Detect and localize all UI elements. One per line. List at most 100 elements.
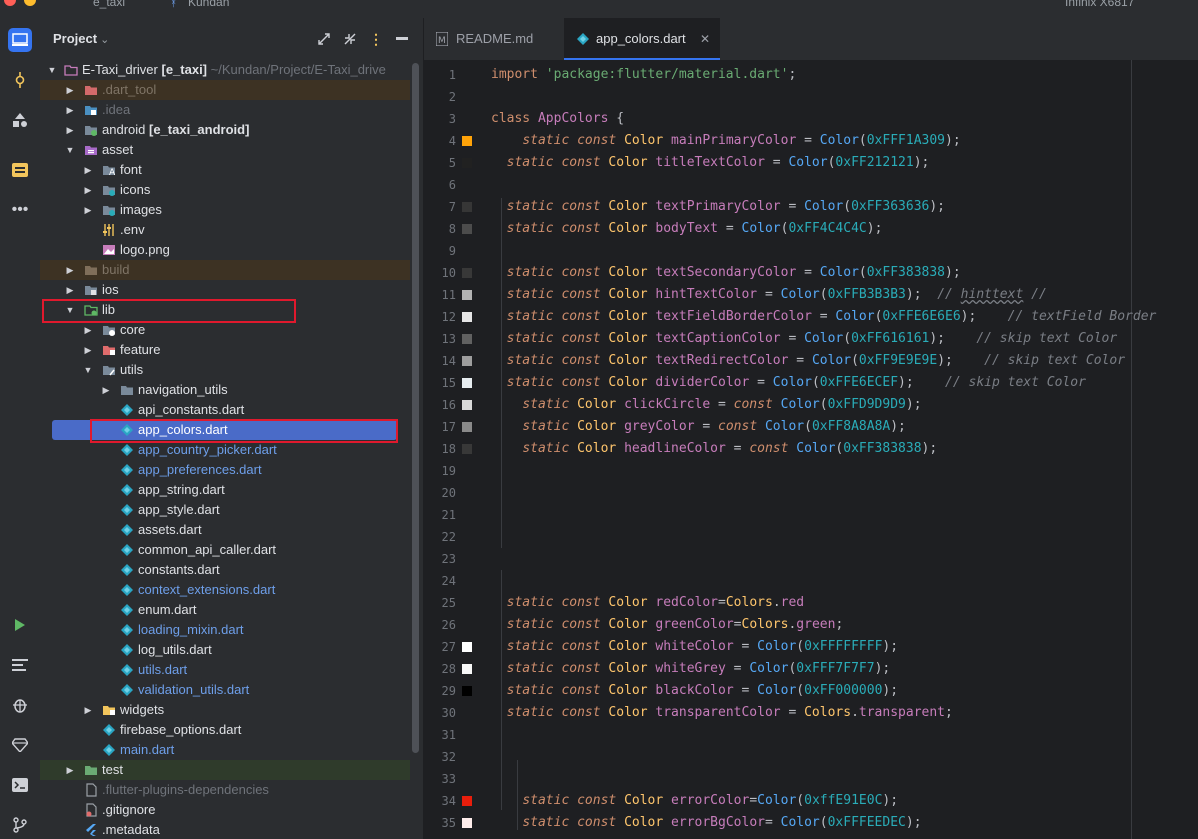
code-line[interactable]: static Color headlineColor = const Color… (491, 438, 937, 460)
tree-item-validation-utils[interactable]: validation_utils.dart (40, 680, 410, 700)
code-line[interactable]: static const Color blackColor = Color(0x… (491, 680, 898, 702)
expand-all-icon[interactable] (314, 29, 334, 49)
minimize-window-icon[interactable] (24, 0, 36, 6)
color-swatch-icon[interactable] (462, 400, 472, 410)
color-swatch-icon[interactable] (462, 136, 472, 146)
code-line[interactable]: static const Color textFieldBorderColor … (491, 306, 1157, 328)
color-swatch-icon[interactable] (462, 818, 472, 828)
options-menu-icon[interactable]: ⋮ (366, 29, 386, 49)
tree-item-build[interactable]: ▶ build (40, 260, 410, 280)
color-swatch-icon[interactable] (462, 334, 472, 344)
code-line[interactable]: static const Color transparentColor = Co… (491, 702, 953, 724)
version-control-icon[interactable] (8, 813, 32, 837)
chevron-right-icon[interactable]: ▶ (64, 760, 76, 780)
problems-tool-icon[interactable] (8, 693, 32, 717)
tree-item-images[interactable]: ▶ images (40, 200, 410, 220)
color-swatch-icon[interactable] (462, 356, 472, 366)
tree-item-feature[interactable]: ▶ feature (40, 340, 410, 360)
tree-item-android[interactable]: ▶ android [e_taxi_android] (40, 120, 410, 140)
tree-item-common-api-caller[interactable]: common_api_caller.dart (40, 540, 410, 560)
color-swatch-icon[interactable] (462, 378, 472, 388)
more-tools-icon[interactable]: ••• (8, 198, 32, 222)
tree-item-test[interactable]: ▶ test (40, 760, 410, 780)
code-line[interactable]: static const Color titleTextColor = Colo… (491, 152, 930, 174)
color-swatch-icon[interactable] (462, 444, 472, 454)
tree-item-navigation-utils[interactable]: ▶ navigation_utils (40, 380, 410, 400)
code-line[interactable]: static const Color dividerColor = Color(… (491, 372, 1086, 394)
tree-item-app-preferences[interactable]: app_preferences.dart (40, 460, 410, 480)
close-window-icon[interactable] (4, 0, 16, 6)
code-line[interactable]: static const Color redColor=Colors.red (491, 592, 804, 614)
tree-item-metadata[interactable]: .metadata (40, 820, 410, 839)
code-line[interactable]: static const Color bodyText = Color(0xFF… (491, 218, 883, 240)
tree-item-env[interactable]: .env (40, 220, 410, 240)
tree-item-widgets[interactable]: ▶ widgets (40, 700, 410, 720)
chevron-right-icon[interactable]: ▶ (64, 80, 76, 100)
tree-item-icons[interactable]: ▶ icons (40, 180, 410, 200)
code-area[interactable]: import 'package:flutter/material.dart'; c… (484, 60, 1198, 839)
hide-panel-icon[interactable] (392, 29, 412, 49)
color-swatch-icon[interactable] (462, 312, 472, 322)
branch-menu[interactable]: Kundan (188, 0, 229, 9)
color-swatch-icon[interactable] (462, 686, 472, 696)
tree-item-idea[interactable]: ▶ .idea (40, 100, 410, 120)
tree-item-app-style[interactable]: app_style.dart (40, 500, 410, 520)
color-swatch-icon[interactable] (462, 224, 472, 234)
project-tool-icon[interactable] (8, 28, 32, 52)
color-swatch-icon[interactable] (462, 290, 472, 300)
logcat-tool-icon[interactable] (8, 653, 32, 677)
code-line[interactable]: static Color greyColor = const Color(0xF… (491, 416, 906, 438)
resource-manager-icon[interactable] (8, 158, 32, 182)
collapse-all-icon[interactable] (340, 29, 360, 49)
color-swatch-icon[interactable] (462, 642, 472, 652)
color-swatch-icon[interactable] (462, 422, 472, 432)
code-line[interactable]: static const Color textRedirectColor = C… (491, 350, 1125, 372)
project-menu[interactable]: e_taxi (93, 0, 125, 9)
code-line[interactable]: static Color clickCircle = const Color(0… (491, 394, 921, 416)
tree-item-dart-tool[interactable]: ▶ .dart_tool (40, 80, 410, 100)
tab-app-colors[interactable]: app_colors.dart ✕ (564, 18, 720, 60)
code-line[interactable]: static const Color whiteColor = Color(0x… (491, 636, 898, 658)
chevron-right-icon[interactable]: ▶ (100, 380, 112, 400)
chevron-down-icon[interactable]: ▼ (46, 60, 58, 80)
code-line[interactable]: static const Color mainPrimaryColor = Co… (491, 130, 960, 152)
chevron-right-icon[interactable]: ▶ (64, 120, 76, 140)
code-line[interactable]: static const Color errorBgColor= Color(0… (491, 812, 921, 834)
chevron-down-icon[interactable]: ▼ (82, 360, 94, 380)
code-line[interactable]: static const Color errorColor=Color(0xff… (491, 790, 898, 812)
close-tab-icon[interactable]: ✕ (700, 18, 710, 60)
tree-item-loading-mixin[interactable]: loading_mixin.dart (40, 620, 410, 640)
code-line[interactable]: static const Color textPrimaryColor = Co… (491, 196, 945, 218)
code-line[interactable]: static const Color whiteGrey = Color(0xF… (491, 658, 891, 680)
chevron-right-icon[interactable]: ▶ (82, 180, 94, 200)
tree-item-enum[interactable]: enum.dart (40, 600, 410, 620)
tree-item-core[interactable]: ▶ core (40, 320, 410, 340)
tree-item-app-country-picker[interactable]: app_country_picker.dart (40, 440, 410, 460)
tree-item-gitignore[interactable]: .gitignore (40, 800, 410, 820)
color-swatch-icon[interactable] (462, 202, 472, 212)
code-line[interactable]: import 'package:flutter/material.dart'; (491, 64, 796, 86)
tree-item-logo-png[interactable]: logo.png (40, 240, 410, 260)
tree-item-utils-dart[interactable]: utils.dart (40, 660, 410, 680)
run-tool-icon[interactable] (8, 613, 32, 637)
tree-item-constants[interactable]: constants.dart (40, 560, 410, 580)
structure-tool-icon[interactable] (8, 108, 32, 132)
tree-item-font[interactable]: ▶ A font (40, 160, 410, 180)
tree-item-main-dart[interactable]: main.dart (40, 740, 410, 760)
color-swatch-icon[interactable] (462, 158, 472, 168)
tree-item-root[interactable]: ▼ E-Taxi_driver [e_taxi] ~/Kundan/Projec… (40, 60, 410, 80)
tree-item-log-utils[interactable]: log_utils.dart (40, 640, 410, 660)
code-line[interactable]: static const Color textSecondaryColor = … (491, 262, 961, 284)
code-line[interactable]: static const Color textCaptionColor = Co… (491, 328, 1118, 350)
tree-item-asset[interactable]: ▼ asset (40, 140, 410, 160)
color-swatch-icon[interactable] (462, 664, 472, 674)
code-line[interactable]: static const Color greenColor=Colors.gre… (491, 614, 844, 636)
chevron-right-icon[interactable]: ▶ (64, 280, 76, 300)
tab-readme[interactable]: M README.md (424, 18, 562, 60)
device-menu[interactable]: Infinix X6817 (1065, 0, 1134, 9)
chevron-right-icon[interactable]: ▶ (82, 700, 94, 720)
tree-item-context-extensions[interactable]: context_extensions.dart (40, 580, 410, 600)
tree-item-ios[interactable]: ▶ ios (40, 280, 410, 300)
code-line[interactable]: class AppColors { (491, 108, 624, 130)
chevron-right-icon[interactable]: ▶ (64, 100, 76, 120)
